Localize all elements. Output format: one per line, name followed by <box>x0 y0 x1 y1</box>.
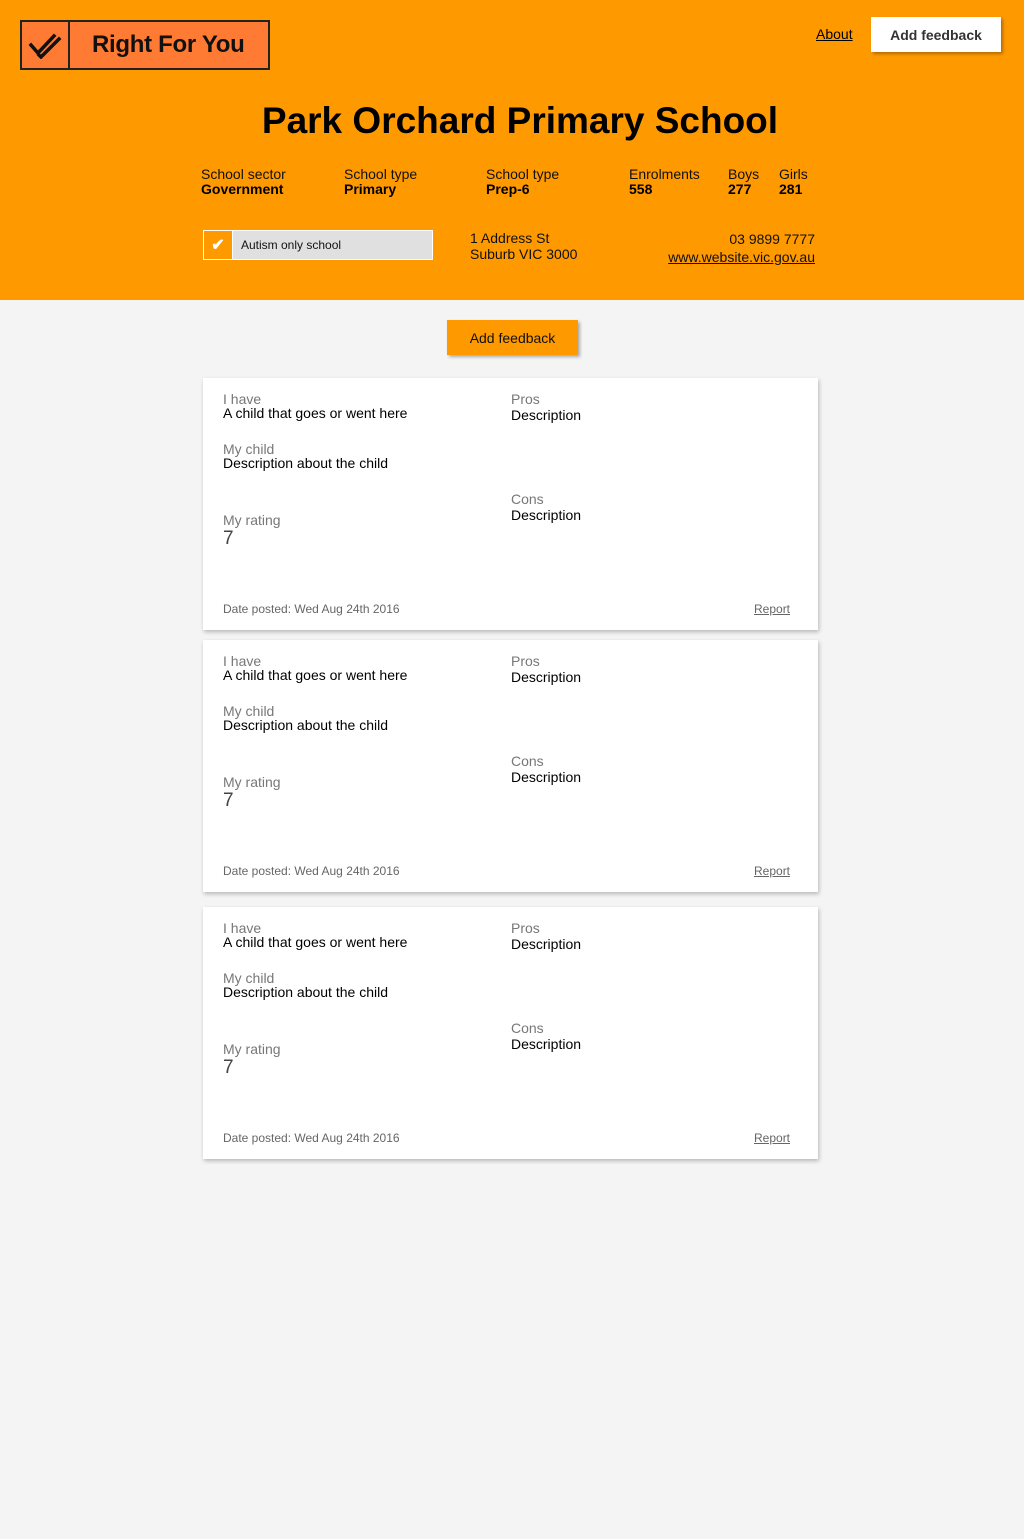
stat-value: 281 <box>779 181 803 197</box>
report-link[interactable]: Report <box>754 602 790 616</box>
stat-value: Government <box>201 181 284 197</box>
rating-value: 7 <box>223 528 234 549</box>
stat-school-levels: School type Prep-6 <box>486 167 559 197</box>
report-link[interactable]: Report <box>754 864 790 878</box>
date-posted: Date posted: Wed Aug 24th 2016 <box>223 1131 400 1145</box>
cons-value: Description <box>511 507 582 523</box>
pros-label: Pros <box>511 391 540 407</box>
stat-label: School type <box>344 166 418 182</box>
phone-number: 03 9899 7777 <box>729 231 815 247</box>
pros-label: Pros <box>511 920 540 936</box>
stat-label: School type <box>486 166 560 182</box>
double-check-icon <box>22 22 70 68</box>
stat-value: Prep-6 <box>486 181 530 197</box>
stat-value: 277 <box>728 181 752 197</box>
stat-label: Enrolments <box>629 166 700 182</box>
pros-value: Description <box>511 407 582 423</box>
pros-value: Description <box>511 669 582 685</box>
school-address: 1 Address St Suburb VIC 3000 <box>470 230 577 262</box>
i-have-value: A child that goes or went here <box>223 934 408 950</box>
cons-label: Cons <box>511 753 544 769</box>
my-child-value: Description about the child <box>223 984 388 1000</box>
date-posted: Date posted: Wed Aug 24th 2016 <box>223 602 400 616</box>
rating-label: My rating <box>223 512 281 528</box>
cons-value: Description <box>511 769 582 785</box>
site-logo[interactable]: Right For You <box>20 20 270 70</box>
rating-value: 7 <box>223 1057 234 1078</box>
cons-label: Cons <box>511 491 544 507</box>
pros-value: Description <box>511 936 582 952</box>
my-child-value: Description about the child <box>223 717 388 733</box>
review-card: I have A child that goes or went here My… <box>203 378 818 630</box>
address-line2: Suburb VIC 3000 <box>470 246 578 262</box>
stat-school-type: School type Primary <box>344 167 417 197</box>
cons-value: Description <box>511 1036 582 1052</box>
stat-enrolments: Enrolments 558 <box>629 167 700 197</box>
report-link[interactable]: Report <box>754 1131 790 1145</box>
school-contact: 03 9899 7777 www.website.vic.gov.au <box>668 230 815 266</box>
stat-label: Girls <box>779 166 808 182</box>
website-link[interactable]: www.website.vic.gov.au <box>668 249 815 265</box>
stat-boys: Boys 277 <box>728 167 759 197</box>
logo-text: Right For You <box>92 31 245 58</box>
review-card: I have A child that goes or went here My… <box>203 907 818 1159</box>
about-link[interactable]: About <box>816 26 853 42</box>
checkmark-icon: ✔ <box>204 231 233 259</box>
stat-label: Boys <box>728 166 760 182</box>
review-card: I have A child that goes or went here My… <box>203 640 818 892</box>
rating-label: My rating <box>223 1041 281 1057</box>
autism-label: Autism only school <box>241 238 342 252</box>
stat-school-sector: School sector Government <box>201 167 286 197</box>
i-have-value: A child that goes or went here <box>223 667 408 683</box>
header-add-feedback-button[interactable]: Add feedback <box>871 17 1001 52</box>
stat-label: School sector <box>201 166 286 182</box>
i-have-value: A child that goes or went here <box>223 405 408 421</box>
my-child-value: Description about the child <box>223 455 388 471</box>
rating-label: My rating <box>223 774 281 790</box>
rating-value: 7 <box>223 790 234 811</box>
stat-value: 558 <box>629 181 653 197</box>
stat-girls: Girls 281 <box>779 167 808 197</box>
add-feedback-button[interactable]: Add feedback <box>447 320 578 355</box>
cons-label: Cons <box>511 1020 544 1036</box>
pros-label: Pros <box>511 653 540 669</box>
address-line1: 1 Address St <box>470 230 550 246</box>
school-name: Park Orchard Primary School <box>261 100 779 141</box>
date-posted: Date posted: Wed Aug 24th 2016 <box>223 864 400 878</box>
autism-only-badge: ✔ Autism only school <box>203 230 433 260</box>
stat-value: Primary <box>344 181 397 197</box>
page-header: Right For You About Add feedback Park Or… <box>0 0 1024 300</box>
